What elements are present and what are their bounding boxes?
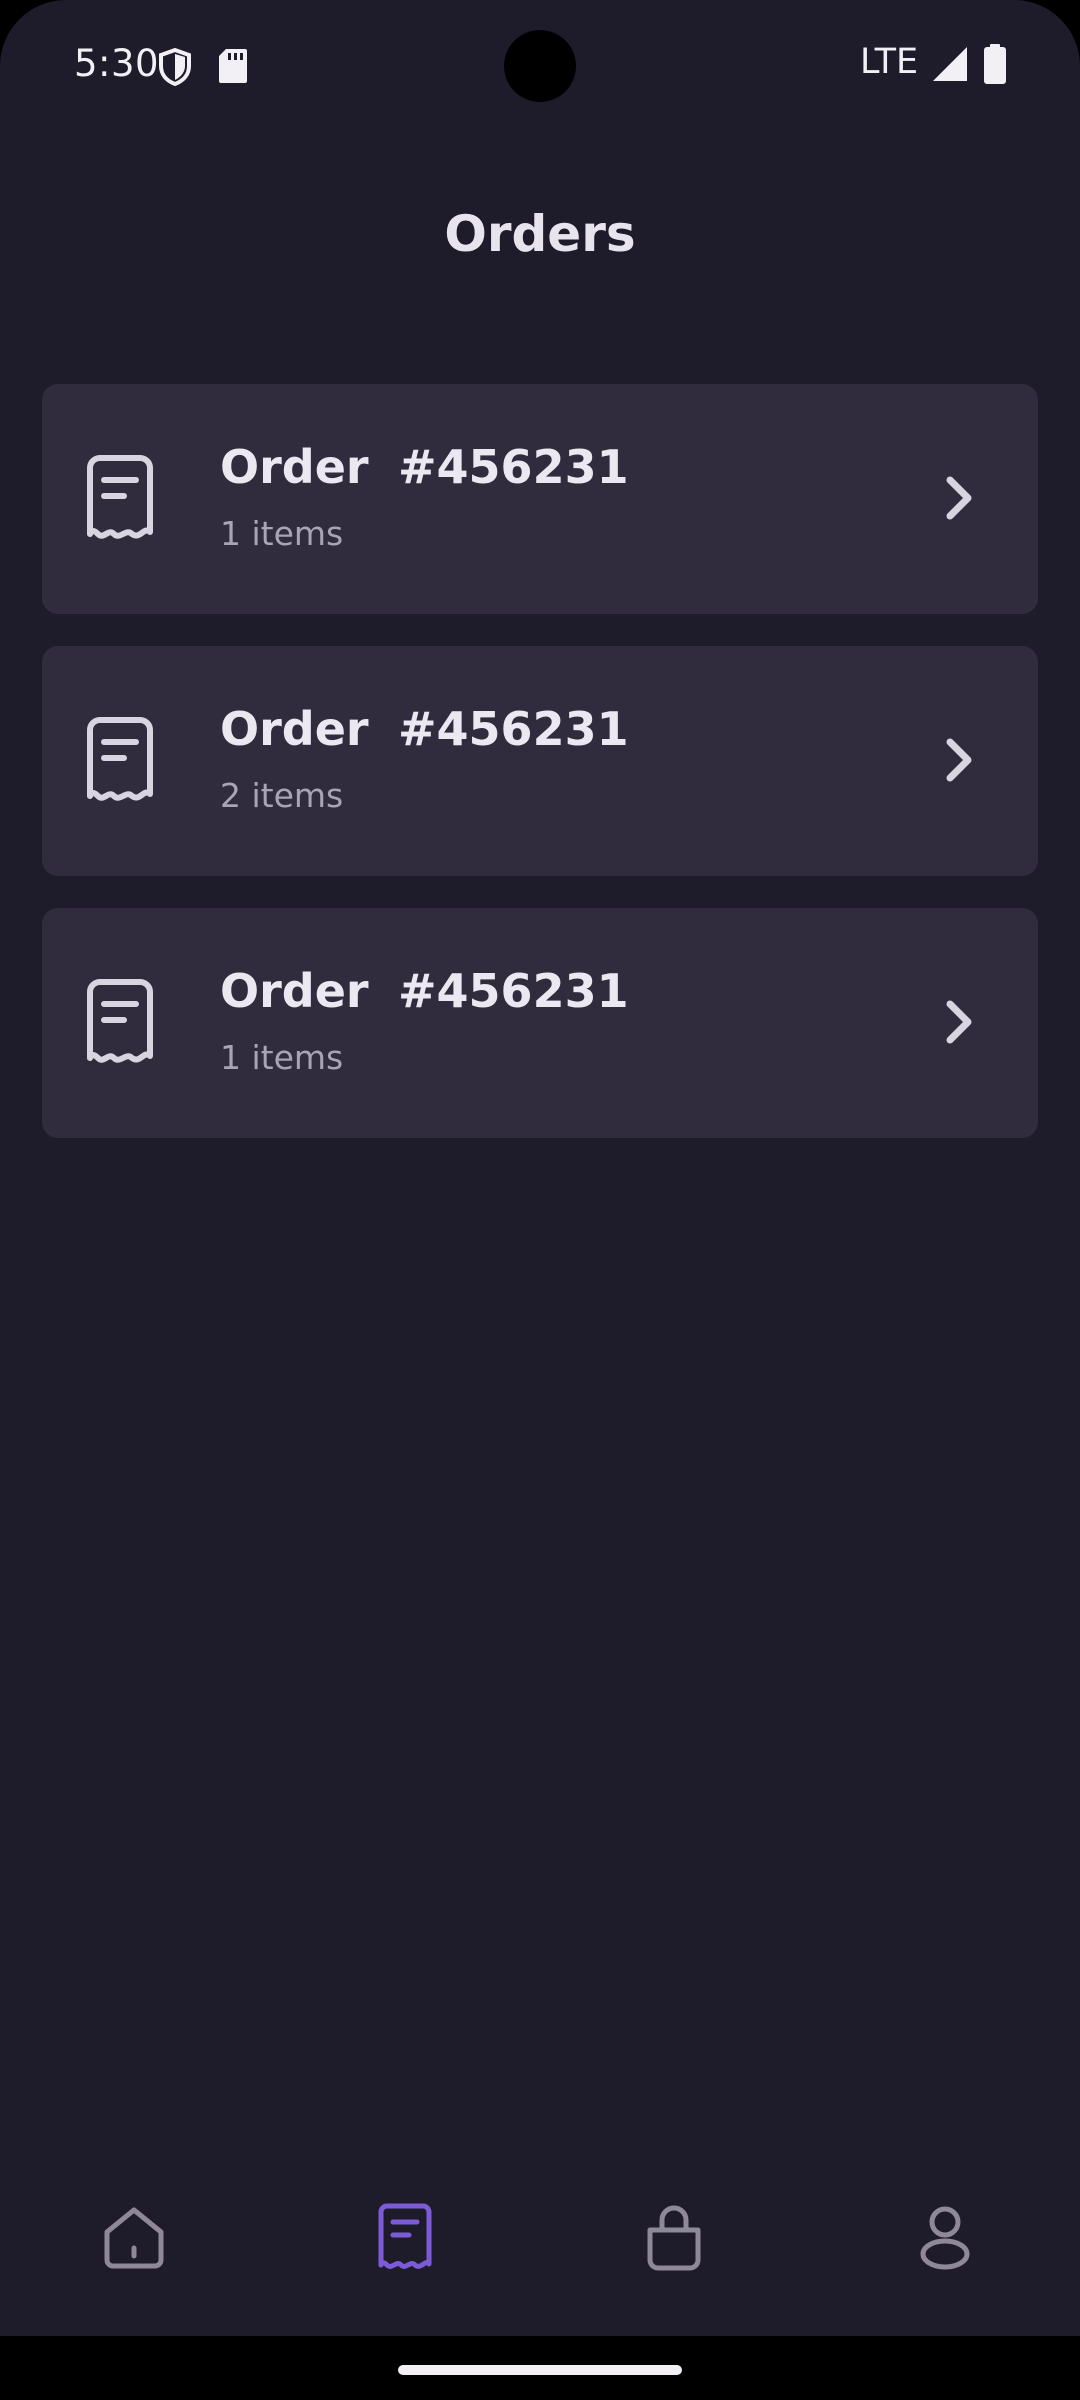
bottom-nav [0,2170,1080,2300]
home-indicator[interactable] [398,2365,682,2375]
receipt-icon [87,717,153,801]
page-title: Orders [444,205,636,263]
order-label: Order [220,964,369,1018]
vpn-shield-icon [159,48,191,86]
nav-cart[interactable] [629,2192,719,2282]
order-card[interactable]: Order #456231 1 items [42,384,1038,614]
nav-profile[interactable] [900,2192,990,2282]
order-label: Order [220,702,369,756]
order-card[interactable]: Order #456231 2 items [42,646,1038,876]
receipt-icon [87,979,153,1063]
network-type: LTE [860,42,919,82]
camera-cutout [504,30,576,102]
order-label: Order [220,440,369,494]
chevron-right-icon [946,738,972,782]
order-number: #456231 [398,702,629,756]
order-number: #456231 [398,964,629,1018]
order-items-count: 1 items [220,1038,344,1077]
receipt-icon [378,2203,432,2269]
order-items-count: 2 items [220,776,344,815]
chevron-right-icon [946,1000,972,1044]
order-number: #456231 [398,440,629,494]
status-bar: 5:30 LTE [0,0,1080,130]
receipt-icon [87,455,153,539]
app-screen: 5:30 LTE Orders Order #456231 1 items Or… [0,0,1080,2336]
chevron-right-icon [946,476,972,520]
nav-orders[interactable] [360,2192,450,2282]
battery-icon [984,44,1006,84]
order-items-count: 1 items [220,514,344,553]
signal-icon [933,47,967,81]
nav-home[interactable] [89,2192,179,2282]
home-icon [104,2207,164,2269]
user-icon [920,2206,970,2270]
sd-card-icon [219,49,247,83]
status-time: 5:30 [74,42,160,85]
order-card[interactable]: Order #456231 1 items [42,908,1038,1138]
shopping-bag-icon [647,2205,701,2271]
